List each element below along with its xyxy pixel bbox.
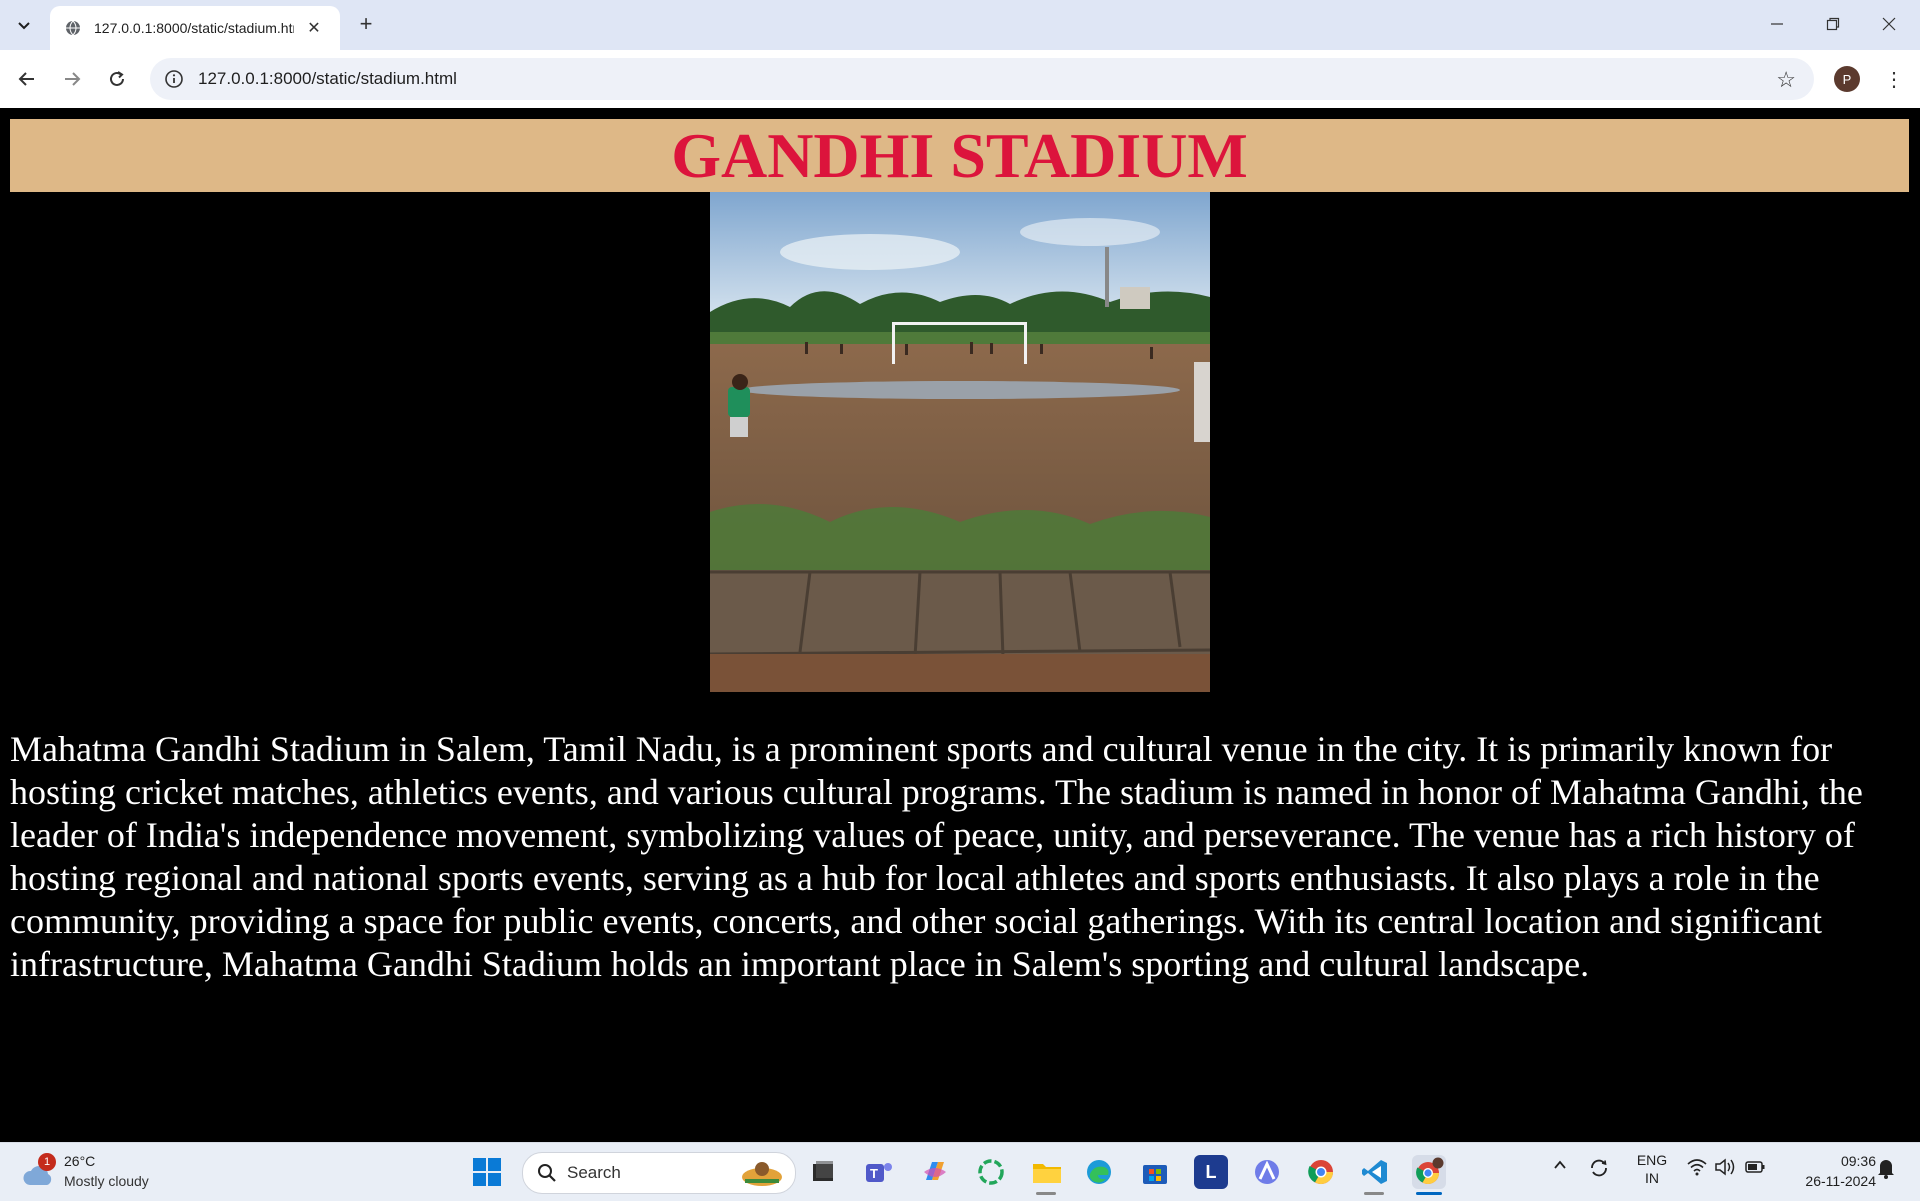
taskbar-search[interactable]: Search bbox=[522, 1152, 796, 1194]
copilot-icon bbox=[924, 1162, 946, 1180]
volume-button[interactable] bbox=[1714, 1157, 1736, 1180]
battery-icon bbox=[1745, 1161, 1765, 1173]
vscode-running-indicator bbox=[1364, 1192, 1384, 1195]
app-circle[interactable] bbox=[974, 1155, 1008, 1189]
address-bar[interactable]: 127.0.0.1:8000/static/stadium.html ☆ bbox=[150, 58, 1814, 100]
sync-tray-button[interactable] bbox=[1588, 1157, 1610, 1182]
start-button[interactable] bbox=[472, 1157, 502, 1187]
speaker-icon bbox=[1715, 1158, 1735, 1176]
stadium-description: Mahatma Gandhi Stadium in Salem, Tamil N… bbox=[10, 729, 1863, 984]
l-letter-icon: L bbox=[1205, 1161, 1217, 1182]
globe-icon bbox=[64, 19, 82, 37]
browser-tab[interactable]: 127.0.0.1:8000/static/stadium.html ✕ bbox=[50, 6, 340, 50]
edge-icon bbox=[1087, 1160, 1111, 1184]
arc-app[interactable] bbox=[1250, 1155, 1284, 1189]
weather-badge: 1 bbox=[38, 1153, 56, 1171]
chrome-profile-app[interactable] bbox=[1412, 1155, 1446, 1189]
tab-search-button[interactable] bbox=[10, 12, 38, 38]
tab-strip: 127.0.0.1:8000/static/stadium.html ✕ + bbox=[0, 0, 1920, 50]
vscode-icon bbox=[1362, 1160, 1387, 1184]
l-app[interactable]: L bbox=[1194, 1155, 1228, 1189]
edge-app[interactable] bbox=[1082, 1155, 1116, 1189]
tab-title: 127.0.0.1:8000/static/stadium.html bbox=[94, 20, 294, 36]
new-tab-button[interactable]: + bbox=[352, 10, 380, 38]
clock-time: 09:36 bbox=[1840, 1153, 1876, 1169]
windows-taskbar: 1 26°C Mostly cloudy Search T L ENG IN 0… bbox=[0, 1142, 1920, 1201]
minimize-button[interactable] bbox=[1752, 8, 1802, 40]
lang-line1: ENG bbox=[1636, 1152, 1668, 1168]
wifi-icon bbox=[1687, 1159, 1707, 1176]
arc-icon bbox=[1255, 1160, 1279, 1184]
battery-button[interactable] bbox=[1744, 1157, 1766, 1180]
svg-text:T: T bbox=[870, 1166, 878, 1181]
minimize-icon bbox=[1771, 23, 1783, 25]
arrow-left-icon bbox=[18, 72, 34, 86]
chrome-active-indicator bbox=[1416, 1192, 1442, 1195]
store-icon bbox=[1143, 1165, 1167, 1184]
clock-date: 26-11-2024 bbox=[1805, 1173, 1876, 1189]
teams-app[interactable]: T bbox=[862, 1155, 896, 1189]
copilot-app[interactable] bbox=[918, 1155, 952, 1189]
search-highlight-icon bbox=[742, 1162, 782, 1186]
heading-banner: GANDHI STADIUM bbox=[10, 119, 1909, 192]
sync-icon bbox=[1591, 1159, 1607, 1177]
page-title: GANDHI STADIUM bbox=[671, 119, 1248, 191]
search-label: Search bbox=[567, 1163, 621, 1182]
bell-icon bbox=[1878, 1160, 1894, 1179]
chrome-profile-icon bbox=[1416, 1157, 1444, 1184]
network-status-button[interactable] bbox=[1686, 1157, 1708, 1180]
page-viewport: GANDHI STADIUM Mahatma Gandhi Stadium in… bbox=[0, 108, 1920, 1142]
reload-button[interactable] bbox=[101, 63, 133, 95]
chevron-up-icon bbox=[1554, 1160, 1566, 1169]
weather-temp: 26°C bbox=[64, 1153, 96, 1169]
reload-icon bbox=[110, 71, 124, 86]
search-icon bbox=[538, 1164, 556, 1182]
folder-app[interactable] bbox=[1030, 1155, 1064, 1189]
browser-toolbar: 127.0.0.1:8000/static/stadium.html ☆ P ⋮ bbox=[0, 50, 1920, 108]
close-icon bbox=[1882, 17, 1896, 31]
language-indicator[interactable]: ENG IN bbox=[1634, 1151, 1670, 1187]
profile-avatar[interactable]: P bbox=[1834, 66, 1860, 92]
file-explorer-app[interactable] bbox=[806, 1155, 840, 1189]
tab-close-icon[interactable]: ✕ bbox=[304, 18, 324, 38]
back-button[interactable] bbox=[11, 63, 43, 95]
folder-icon bbox=[1033, 1164, 1061, 1183]
weather-condition: Mostly cloudy bbox=[64, 1173, 149, 1189]
windows-logo-icon bbox=[473, 1158, 501, 1186]
more-menu-icon[interactable]: ⋮ bbox=[1880, 64, 1908, 94]
arrow-right-icon bbox=[65, 72, 81, 86]
notifications-button[interactable] bbox=[1876, 1157, 1896, 1182]
chrome-app[interactable] bbox=[1304, 1155, 1338, 1189]
restore-icon bbox=[1826, 17, 1840, 31]
store-app[interactable] bbox=[1138, 1155, 1172, 1189]
vscode-app[interactable] bbox=[1358, 1155, 1392, 1189]
restore-button[interactable] bbox=[1808, 8, 1858, 40]
chevron-down-icon bbox=[18, 22, 30, 30]
stadium-photo-art bbox=[710, 192, 1210, 692]
terminal-icon bbox=[813, 1161, 833, 1181]
site-info-icon[interactable] bbox=[164, 69, 184, 89]
chrome-icon bbox=[1308, 1160, 1333, 1185]
url-text[interactable]: 127.0.0.1:8000/static/stadium.html bbox=[198, 69, 457, 89]
lang-line2: IN bbox=[1645, 1170, 1659, 1186]
circle-app-icon bbox=[978, 1159, 1004, 1185]
stadium-photo bbox=[710, 192, 1210, 692]
bookmark-star-icon[interactable]: ☆ bbox=[1776, 67, 1796, 93]
folder-running-indicator bbox=[1036, 1192, 1056, 1195]
close-window-button[interactable] bbox=[1864, 8, 1914, 40]
forward-button[interactable] bbox=[56, 63, 88, 95]
show-hidden-icons-button[interactable] bbox=[1552, 1157, 1568, 1176]
teams-icon: T bbox=[866, 1163, 892, 1182]
clock[interactable]: 09:36 26-11-2024 bbox=[1780, 1151, 1876, 1191]
weather-widget[interactable]: 1 26°C Mostly cloudy bbox=[18, 1151, 178, 1195]
